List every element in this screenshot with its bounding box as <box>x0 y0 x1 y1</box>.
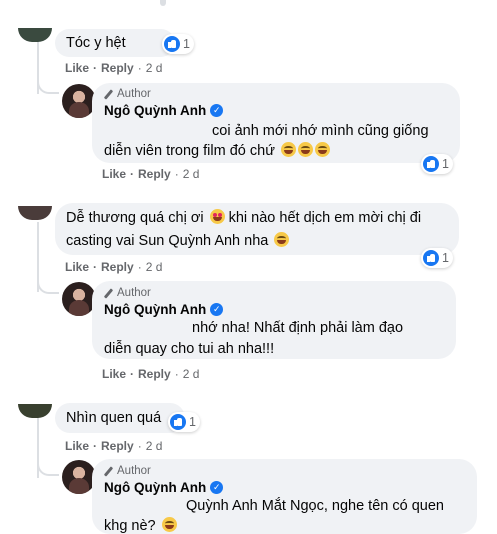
reaction-count[interactable]: 1 <box>421 154 453 174</box>
smiling-emoji-icon <box>274 232 290 247</box>
like-reaction-icon <box>170 414 186 430</box>
commenter-avatar[interactable] <box>18 206 52 220</box>
reply-text-line: khg nè? <box>104 514 177 534</box>
author-name[interactable]: Ngô Quỳnh Anh ✓ <box>104 302 224 317</box>
timestamp[interactable]: 2 d <box>183 167 200 181</box>
reply-actions: Like · Reply · 2 d <box>102 367 200 381</box>
grinning-emoji-icon <box>297 142 313 157</box>
author-avatar[interactable] <box>62 460 96 494</box>
reply-actions: Like · Reply · 2 d <box>102 167 200 181</box>
author-badge: Author <box>104 88 151 100</box>
verified-badge-icon: ✓ <box>210 104 224 117</box>
grinning-emoji-icon <box>280 142 296 157</box>
author-name[interactable]: Ngô Quỳnh Anh ✓ <box>104 103 224 118</box>
reply-link[interactable]: Reply <box>138 167 171 181</box>
tongue-emoji-icon <box>161 517 177 532</box>
author-name[interactable]: Ngô Quỳnh Anh ✓ <box>104 480 224 495</box>
like-reaction-icon <box>164 36 180 52</box>
thread-connector <box>37 280 59 294</box>
author-badge: Author <box>104 287 151 299</box>
reply-link[interactable]: Reply <box>138 367 171 381</box>
like-link[interactable]: Like <box>65 439 89 453</box>
pen-icon <box>104 289 113 298</box>
thread-connector <box>37 80 59 94</box>
comment-actions: Like · Reply · 2 d <box>65 260 163 274</box>
timestamp[interactable]: 2 d <box>183 367 200 381</box>
pen-icon <box>104 90 113 99</box>
author-avatar[interactable] <box>62 84 96 118</box>
comment-actions: Like · Reply · 2 d <box>65 439 163 453</box>
grinning-emoji-icon <box>314 142 330 157</box>
like-reaction-icon <box>423 250 439 266</box>
heart-eyes-emoji-icon <box>209 209 225 224</box>
comment-text-line: casting vai Sun Quỳnh Anh nha <box>66 229 290 253</box>
comment-text-line: Dễ thương quá chị ơi khi nào hết dịch em… <box>66 209 422 226</box>
verified-badge-icon: ✓ <box>210 481 224 494</box>
reply-text-line: diễn quay cho tui ah nha!!! <box>104 341 275 357</box>
comment-actions: Like · Reply · 2 d <box>65 61 163 75</box>
commenter-avatar[interactable] <box>18 404 52 418</box>
reply-link[interactable]: Reply <box>101 260 134 274</box>
comment-text: Tóc y hệt <box>66 35 126 51</box>
pen-icon <box>104 467 113 476</box>
thread-connector <box>37 462 59 476</box>
like-link[interactable]: Like <box>65 61 89 75</box>
reaction-count[interactable]: 1 <box>421 248 453 268</box>
like-link[interactable]: Like <box>102 167 126 181</box>
commenter-avatar[interactable] <box>18 28 52 42</box>
comment-text: Nhìn quen quá <box>66 410 162 426</box>
like-reaction-icon <box>423 156 439 172</box>
previous-comment-fragment <box>160 0 166 6</box>
reply-link[interactable]: Reply <box>101 439 134 453</box>
like-link[interactable]: Like <box>65 260 89 274</box>
like-link[interactable]: Like <box>102 367 126 381</box>
author-badge: Author <box>104 465 151 477</box>
author-avatar[interactable] <box>62 282 96 316</box>
verified-badge-icon: ✓ <box>210 303 224 316</box>
timestamp[interactable]: 2 d <box>146 260 163 274</box>
reply-link[interactable]: Reply <box>101 61 134 75</box>
timestamp[interactable]: 2 d <box>146 61 163 75</box>
reaction-count[interactable]: 1 <box>162 34 194 54</box>
reply-text-line: diễn viên trong film đó chứ <box>104 139 330 163</box>
reaction-count[interactable]: 1 <box>168 412 200 432</box>
reply-text-line: Quỳnh Anh Mắt Ngọc, nghe tên có quen <box>186 498 444 514</box>
timestamp[interactable]: 2 d <box>146 439 163 453</box>
